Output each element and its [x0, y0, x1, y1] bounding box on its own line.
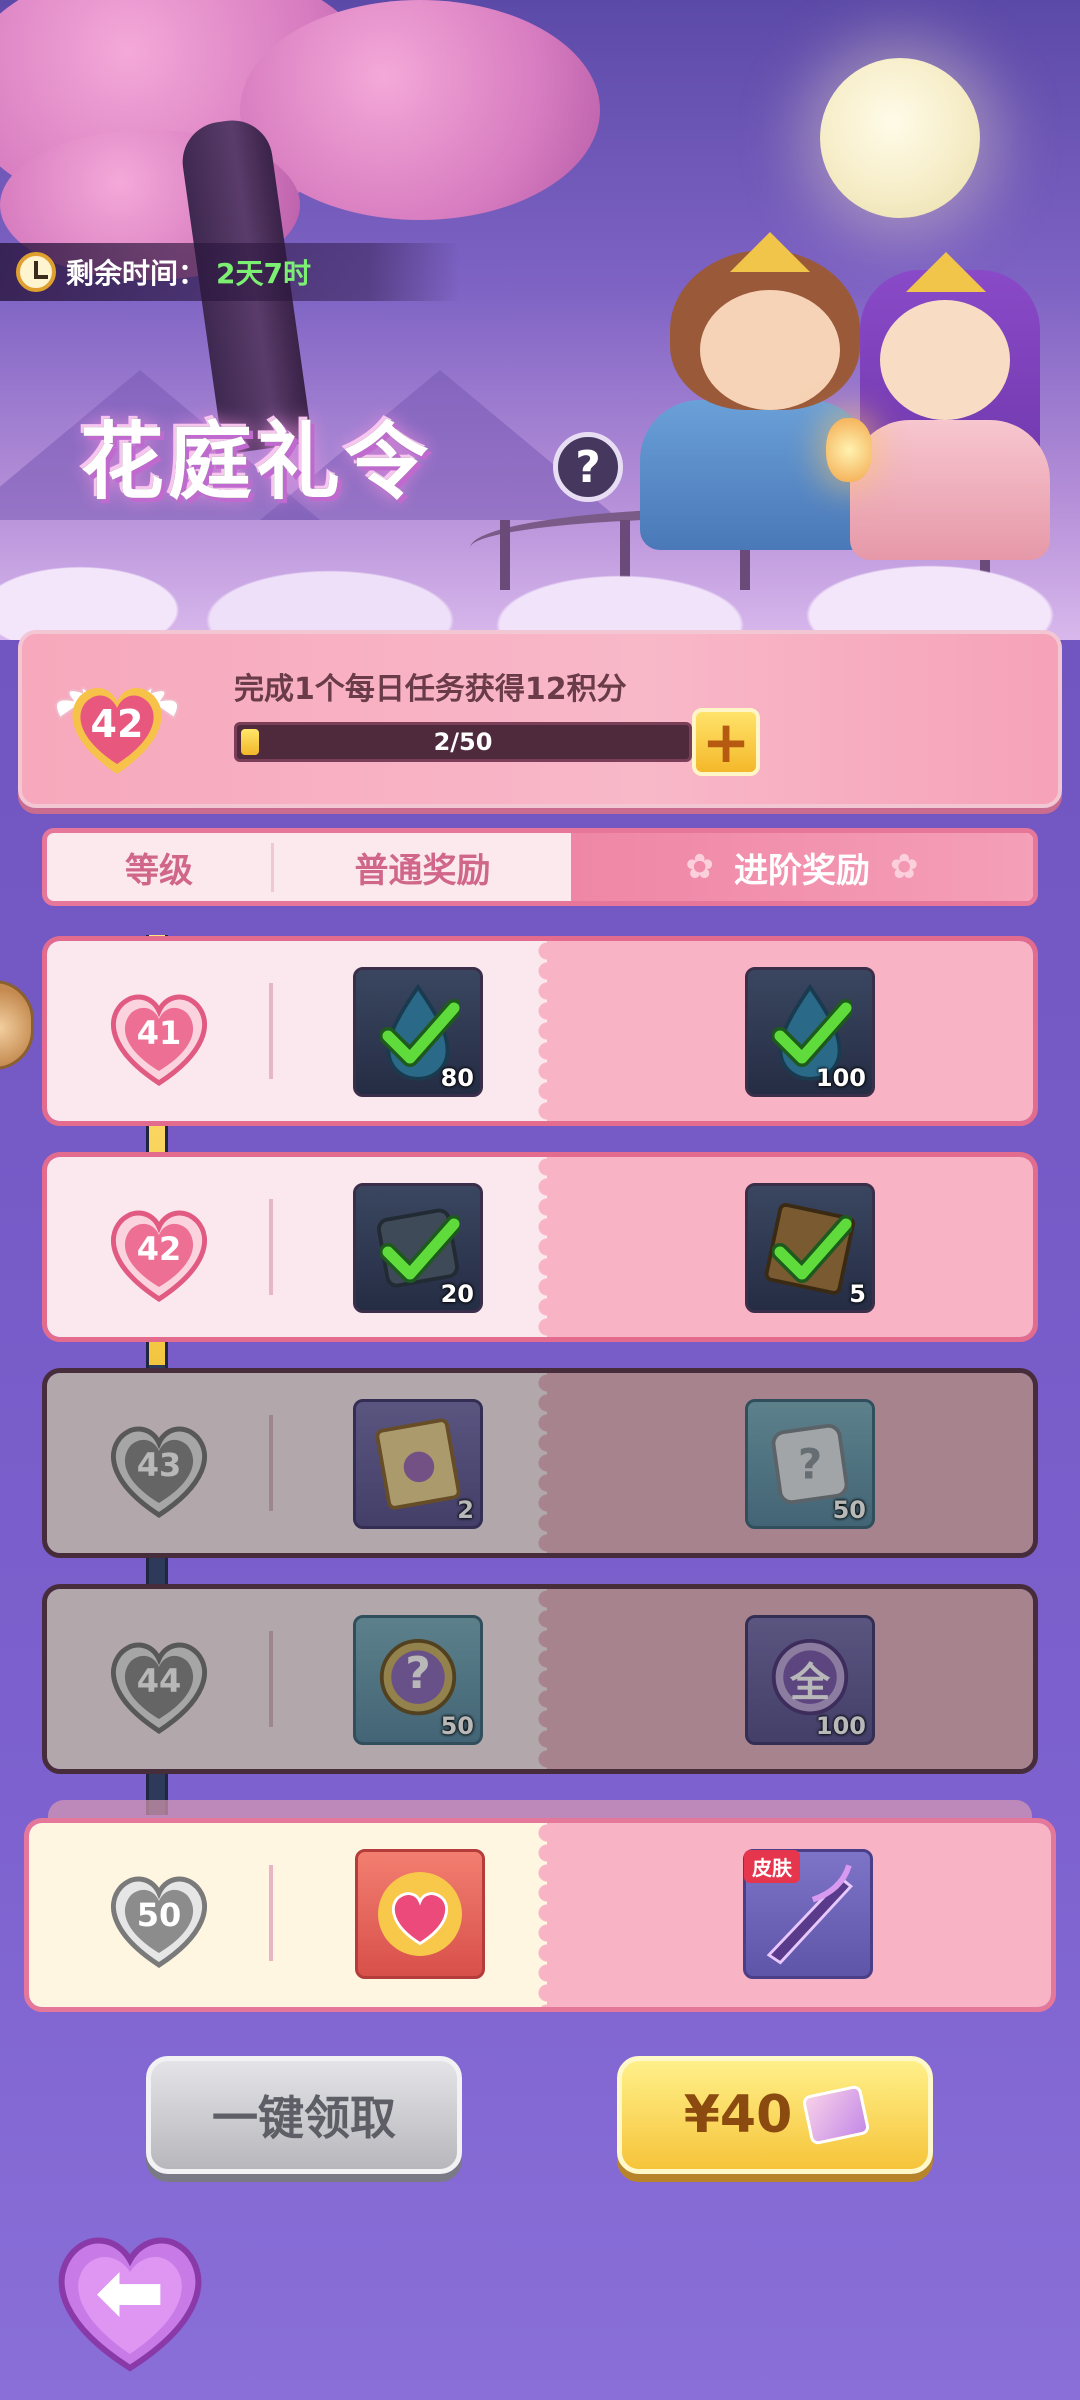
level-heart: 42 — [97, 1187, 221, 1311]
item-quantity: 50 — [832, 1496, 866, 1524]
reward-row: 44 ? 50 全 100 — [42, 1584, 1038, 1774]
item-quantity: 80 — [440, 1064, 474, 1092]
skin-badge: 皮肤 — [744, 1850, 800, 1883]
avatar[interactable] — [0, 980, 34, 1070]
remaining-time: 剩余时间： 2天7时 — [0, 243, 460, 301]
cloud-layer — [0, 540, 1080, 640]
item-quantity: 100 — [815, 1064, 866, 1092]
svg-text:?: ? — [798, 1439, 822, 1488]
pass-ticket-icon — [801, 2084, 871, 2146]
level-heart: 41 — [97, 971, 221, 1095]
event-title: 花庭礼令 — [80, 412, 433, 511]
level-number: 43 — [136, 1446, 182, 1484]
advanced-reward-cell: 5 — [537, 1157, 1033, 1337]
column-advanced-label: 进阶奖励 — [734, 850, 870, 891]
prince-face — [700, 290, 840, 410]
normal-reward-cell: 44 ? 50 — [47, 1589, 547, 1769]
reward-row: 41 80 100 — [42, 936, 1038, 1126]
crown-icon — [906, 252, 986, 292]
reward-item[interactable]: 全 100 — [745, 1615, 875, 1745]
level-number: 44 — [136, 1662, 182, 1700]
reward-row: 42 20 5 — [42, 1152, 1038, 1342]
claim-all-button[interactable]: 一键领取 — [146, 2056, 462, 2174]
divider — [269, 1865, 273, 1961]
points-panel: 42 完成1个每日任务获得12积分 2/50 + — [18, 630, 1062, 808]
help-button[interactable]: ? — [553, 432, 623, 502]
princess-face — [880, 300, 1010, 420]
level-number: 41 — [136, 1014, 182, 1052]
current-level-number: 42 — [90, 702, 144, 746]
level-number: 50 — [136, 1896, 182, 1934]
divider — [269, 1415, 273, 1511]
advanced-reward-cell: 全 100 — [537, 1589, 1033, 1769]
reward-item[interactable] — [355, 1849, 485, 1979]
divider — [269, 983, 273, 1079]
flower-icon: ✿ — [890, 847, 919, 887]
reward-item[interactable]: ? 50 — [353, 1615, 483, 1745]
advanced-reward-cell: ? 50 — [537, 1373, 1033, 1553]
reward-item[interactable]: 2 — [353, 1399, 483, 1529]
level-number: 42 — [136, 1230, 182, 1268]
heart-gem-icon — [358, 1852, 482, 1976]
reward-item[interactable]: 皮肤 — [743, 1849, 873, 1979]
item-quantity: 100 — [815, 1712, 866, 1740]
banner-artwork — [0, 0, 1080, 640]
item-quantity: 5 — [849, 1280, 866, 1308]
column-normal-reward: 普通奖励 — [271, 842, 571, 892]
price-label: ¥40 — [683, 2085, 793, 2145]
level-heart: 43 — [97, 1403, 221, 1527]
check-icon — [772, 999, 852, 1067]
advanced-reward-cell: 皮肤 — [537, 1823, 1051, 2007]
buy-advanced-button[interactable]: ¥40 — [617, 2056, 933, 2174]
check-icon — [380, 999, 460, 1067]
crown-icon — [730, 232, 810, 272]
clock-icon — [16, 252, 56, 292]
advanced-reward-cell: 100 — [537, 941, 1033, 1121]
normal-reward-cell: 41 80 — [47, 941, 547, 1121]
points-progress-bar: 2/50 — [234, 722, 692, 762]
reward-item[interactable]: 5 — [745, 1183, 875, 1313]
hidden-rows-hint — [48, 1800, 1032, 1820]
reward-item[interactable]: 20 — [353, 1183, 483, 1313]
level-heart: 50 — [97, 1853, 221, 1977]
flower-icon: ✿ — [685, 847, 715, 887]
check-icon — [772, 1215, 852, 1283]
back-button[interactable]: ⬅ — [40, 2208, 220, 2378]
reward-item[interactable]: 100 — [745, 967, 875, 1097]
reward-item[interactable]: ? 50 — [745, 1399, 875, 1529]
timer-label: 剩余时间： — [66, 257, 207, 290]
back-arrow-icon: ⬅ — [94, 2243, 166, 2341]
normal-reward-cell: 42 20 — [47, 1157, 547, 1337]
moon — [820, 58, 980, 218]
item-quantity: 50 — [440, 1712, 474, 1740]
current-level-badge: 42 — [52, 656, 182, 786]
reward-row: 43 2 ? 50 — [42, 1368, 1038, 1558]
item-quantity: 20 — [440, 1280, 474, 1308]
progress-text: 2/50 — [433, 728, 493, 756]
column-advanced-reward: ✿ 进阶奖励 ✿ — [571, 833, 1033, 901]
divider — [269, 1631, 273, 1727]
item-quantity: 2 — [457, 1496, 474, 1524]
lantern — [826, 418, 872, 482]
reward-column-header: 等级 普通奖励 ✿ 进阶奖励 ✿ — [42, 828, 1038, 906]
level-heart: 44 — [97, 1619, 221, 1743]
normal-reward-cell: 50 — [29, 1823, 547, 2007]
column-level: 等级 — [125, 850, 193, 891]
timer-value: 2天7时 — [216, 257, 311, 290]
reward-item[interactable]: 80 — [353, 967, 483, 1097]
check-icon — [380, 1215, 460, 1283]
divider — [269, 1199, 273, 1295]
normal-reward-cell: 43 2 — [47, 1373, 547, 1553]
final-reward-row: 50 皮肤 — [24, 1818, 1056, 2012]
add-points-button[interactable]: + — [692, 708, 760, 776]
points-description: 完成1个每日任务获得12积分 — [234, 672, 627, 707]
princess-character — [850, 420, 1050, 560]
